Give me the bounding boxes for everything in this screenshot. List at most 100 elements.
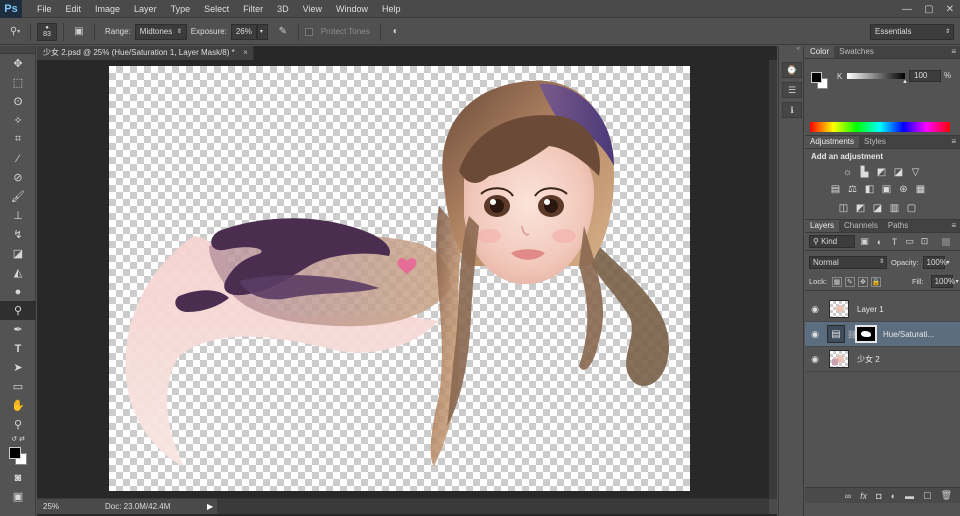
history-brush-tool[interactable]: ↯ <box>0 225 36 244</box>
chevron-down-icon[interactable]: ▾ <box>956 278 959 285</box>
close-button[interactable]: ✕ <box>946 4 954 15</box>
menu-filter[interactable]: Filter <box>236 0 270 18</box>
color-balance-icon[interactable]: ⚖ <box>846 183 859 195</box>
lasso-tool[interactable]: ʘ <box>0 92 36 111</box>
panel-menu-icon[interactable]: ≡ <box>951 136 956 148</box>
tab-color[interactable]: Color <box>805 46 835 58</box>
menu-select[interactable]: Select <box>197 0 236 18</box>
document-tab[interactable]: 少女 2.psd @ 25% (Hue/Saturation 1, Layer … <box>37 46 254 60</box>
tab-swatches[interactable]: Swatches <box>834 46 879 58</box>
layer-mask-thumbnail[interactable] <box>855 325 877 343</box>
move-tool[interactable]: ✥ <box>0 54 36 73</box>
brush-tool[interactable]: 🖌 <box>0 187 36 206</box>
color-lookup-icon[interactable]: ▦ <box>914 183 927 195</box>
vertical-scrollbar[interactable] <box>769 60 777 498</box>
exposure-input[interactable]: 26% <box>230 23 257 40</box>
menu-edit[interactable]: Edit <box>59 0 89 18</box>
eraser-tool[interactable]: ◪ <box>0 244 36 263</box>
lock-pixels-icon[interactable]: ✎ <box>844 276 855 287</box>
actions-panel-button[interactable]: ℹ <box>782 102 802 118</box>
black-white-icon[interactable]: ◧ <box>863 183 876 195</box>
adjustment-filter-icon[interactable]: ◐ <box>874 237 885 247</box>
lock-position-icon[interactable]: ✥ <box>857 276 868 287</box>
dodge-tool[interactable]: ⚲ <box>0 301 36 320</box>
quick-mask-button[interactable]: ◙ <box>0 468 36 487</box>
add-mask-icon[interactable]: ◘ <box>876 491 881 501</box>
hand-tool[interactable]: ✋ <box>0 396 36 415</box>
menu-window[interactable]: Window <box>329 0 375 18</box>
exposure-dropdown[interactable]: ▾ <box>256 23 268 40</box>
exposure-icon[interactable]: ◪ <box>892 166 905 178</box>
tab-styles[interactable]: Styles <box>859 136 891 148</box>
status-menu-icon[interactable]: ▶ <box>207 502 213 511</box>
type-filter-icon[interactable]: T <box>889 237 900 247</box>
foreground-color[interactable] <box>9 447 21 459</box>
menu-view[interactable]: View <box>296 0 329 18</box>
gradient-map-icon[interactable]: ▥ <box>888 202 901 214</box>
swap-colors-button[interactable]: ↺ ⇄ <box>0 434 36 444</box>
shape-filter-icon[interactable]: ▭ <box>904 236 915 247</box>
pressure-button[interactable]: ◐ <box>387 23 405 41</box>
selective-color-icon[interactable]: ▢ <box>905 202 918 214</box>
tool-preset-picker[interactable]: ⚲ ▾ <box>6 23 24 41</box>
tab-layers[interactable]: Layers <box>805 220 840 232</box>
panel-menu-icon[interactable]: ≡ <box>951 46 956 58</box>
menu-help[interactable]: Help <box>375 0 408 18</box>
menu-image[interactable]: Image <box>88 0 127 18</box>
canvas[interactable] <box>109 66 690 491</box>
history-panel-button[interactable]: ⌚ <box>782 62 802 78</box>
channel-mixer-icon[interactable]: ⊛ <box>897 183 910 195</box>
properties-panel-button[interactable]: ☰ <box>782 82 802 98</box>
panel-menu-icon[interactable]: ≡ <box>951 220 956 232</box>
visibility-eye-icon[interactable]: ◉ <box>805 329 825 340</box>
quick-select-tool[interactable]: ✧ <box>0 111 36 130</box>
horizontal-scrollbar[interactable] <box>217 498 769 514</box>
tab-paths[interactable]: Paths <box>883 220 913 232</box>
brightness-icon[interactable]: ☼ <box>841 166 854 178</box>
photo-filter-icon[interactable]: ▣ <box>880 183 893 195</box>
brush-panel-toggle[interactable]: ▣ <box>70 23 88 41</box>
smart-object-filter-icon[interactable]: ⊡ <box>919 236 930 247</box>
invert-icon[interactable]: ◫ <box>837 202 850 214</box>
type-tool[interactable]: T <box>0 339 36 358</box>
new-layer-icon[interactable]: ▢ <box>923 490 932 501</box>
curves-icon[interactable]: ◩ <box>875 166 888 178</box>
path-selection-tool[interactable]: ➤ <box>0 358 36 377</box>
menu-file[interactable]: File <box>30 0 59 18</box>
panel-grip[interactable] <box>0 46 35 54</box>
slider-thumb-icon[interactable]: ▲ <box>902 79 908 85</box>
blur-tool[interactable]: ● <box>0 282 36 301</box>
menu-layer[interactable]: Layer <box>127 0 164 18</box>
lock-transparent-icon[interactable]: ▦ <box>831 276 842 287</box>
lock-all-icon[interactable]: 🔒 <box>870 276 881 287</box>
tab-adjustments[interactable]: Adjustments <box>805 136 860 148</box>
clone-stamp-tool[interactable]: ⊥ <box>0 206 36 225</box>
filter-toggle[interactable] <box>942 237 950 246</box>
layer-row[interactable]: ◉ Layer 1 <box>805 297 960 322</box>
maximize-button[interactable]: ▢ <box>924 4 933 15</box>
menu-type[interactable]: Type <box>164 0 198 18</box>
chevron-down-icon[interactable]: ▾ <box>947 259 950 266</box>
tab-channels[interactable]: Channels <box>839 220 883 232</box>
close-tab-icon[interactable]: × <box>243 46 248 60</box>
threshold-icon[interactable]: ◪ <box>871 202 884 214</box>
marquee-tool[interactable]: ⬚ <box>0 73 36 92</box>
airbrush-button[interactable]: ✎ <box>274 23 292 41</box>
menu-3d[interactable]: 3D <box>270 0 296 18</box>
channel-value-input[interactable]: 100 <box>909 70 941 82</box>
crop-tool[interactable]: ⌗ <box>0 130 36 149</box>
paint-bucket-tool[interactable]: ◭ <box>0 263 36 282</box>
brush-size-picker[interactable]: ● 83 <box>37 22 57 41</box>
zoom-tool[interactable]: ⚲ <box>0 415 36 434</box>
visibility-eye-icon[interactable]: ◉ <box>805 354 825 365</box>
trash-icon[interactable]: 🗑 <box>941 490 952 501</box>
eyedropper-tool[interactable]: ⁄ <box>0 149 36 168</box>
hue-saturation-icon[interactable]: ▤ <box>829 183 842 195</box>
vibrance-icon[interactable]: ▽ <box>909 166 922 178</box>
zoom-level[interactable]: 25% <box>37 502 77 511</box>
screen-mode-button[interactable]: ▣ <box>0 487 36 506</box>
fill-input[interactable]: 100% <box>930 275 955 288</box>
collapse-arrows-icon[interactable]: « <box>779 46 803 52</box>
link-layers-icon[interactable]: ∞ <box>845 491 851 501</box>
chain-link-icon[interactable]: ⛓ <box>847 330 857 339</box>
